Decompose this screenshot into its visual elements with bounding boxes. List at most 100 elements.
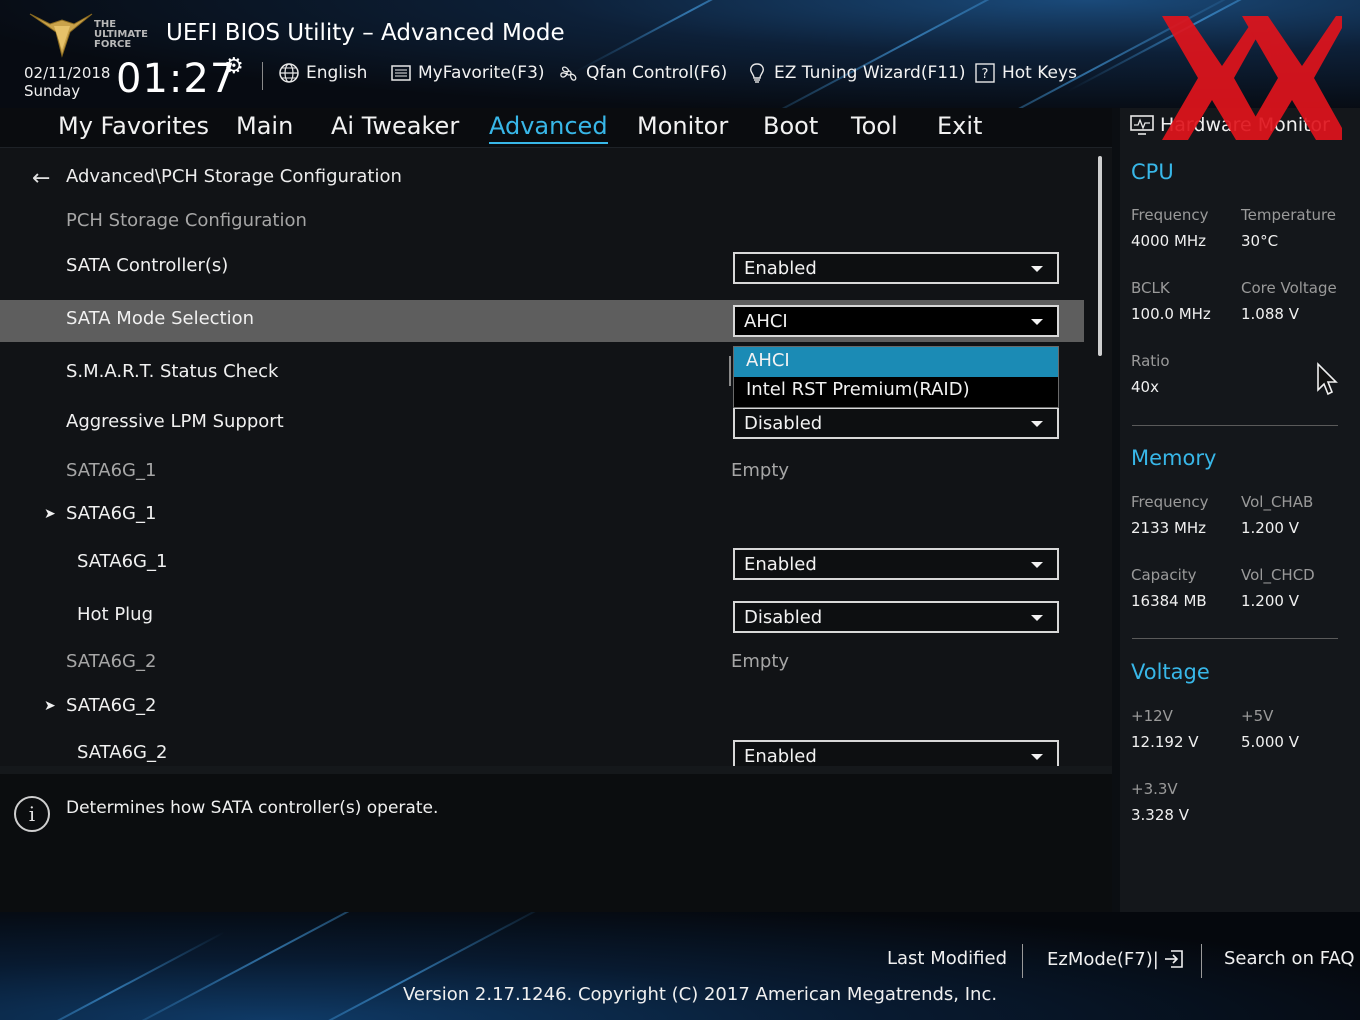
cpu-frequency-value: 4000 MHz xyxy=(1131,232,1207,250)
core-voltage-label: Core Voltage xyxy=(1241,279,1337,297)
tab-monitor[interactable]: Monitor xyxy=(637,112,728,140)
hot-keys-button[interactable]: ? Hot Keys xyxy=(974,62,1077,84)
tab-my-favorites[interactable]: My Favorites xyxy=(58,112,209,140)
tab-tool[interactable]: Tool xyxy=(851,112,898,140)
tab-exit[interactable]: Exit xyxy=(937,112,982,140)
language-button[interactable]: English xyxy=(278,62,367,84)
lpm-dropdown[interactable]: Disabled xyxy=(733,407,1059,439)
ezmode-label: EzMode(F7)| xyxy=(1047,948,1159,970)
header-divider xyxy=(262,62,263,90)
chevron-down-icon xyxy=(1031,754,1043,760)
xx-watermark-logo xyxy=(1162,16,1342,140)
tab-advanced[interactable]: Advanced xyxy=(489,112,608,144)
hot-plug-value: Disabled xyxy=(744,607,823,628)
sata2-enable-label[interactable]: SATA6G_2 xyxy=(77,742,167,763)
ez-tuning-button[interactable]: EZ Tuning Wizard(F11) xyxy=(746,62,966,84)
sata-mode-dropdown[interactable]: AHCI xyxy=(733,305,1059,337)
tab-ai-tweaker[interactable]: Ai Tweaker xyxy=(331,112,459,140)
sata-mode-label[interactable]: SATA Mode Selection xyxy=(66,308,254,329)
sata1-enable-value: Enabled xyxy=(744,554,817,575)
favorite-list-icon xyxy=(391,65,411,81)
myfavorite-label: MyFavorite(F3) xyxy=(418,63,545,83)
sata2-status-value: Empty xyxy=(731,651,790,672)
vol-chcd-label: Vol_CHCD xyxy=(1241,566,1315,584)
settings-panel: ← Advanced\PCH Storage Configuration PCH… xyxy=(0,148,1112,766)
v5-label: +5V xyxy=(1241,707,1274,725)
date-text: 02/11/2018 xyxy=(24,64,111,82)
main-nav: My Favorites Main Ai Tweaker Advanced Mo… xyxy=(0,108,1112,148)
clock: 01:27 xyxy=(116,56,237,102)
v5-value: 5.000 V xyxy=(1241,733,1299,751)
sata-controllers-label[interactable]: SATA Controller(s) xyxy=(66,255,228,276)
smart-status-label[interactable]: S.M.A.R.T. Status Check xyxy=(66,361,278,382)
chevron-down-icon xyxy=(1031,319,1043,325)
sata1-group-label[interactable]: SATA6G_1 xyxy=(66,503,156,524)
ratio-label: Ratio xyxy=(1131,352,1170,370)
cpu-temperature-value: 30°C xyxy=(1241,232,1279,250)
sata-controllers-value: Enabled xyxy=(744,258,817,279)
core-voltage-value: 1.088 V xyxy=(1241,305,1299,323)
hot-keys-label: Hot Keys xyxy=(1002,63,1077,83)
day-text: Sunday xyxy=(24,82,81,100)
vol-chab-label: Vol_CHAB xyxy=(1241,493,1314,511)
tab-boot[interactable]: Boot xyxy=(763,112,818,140)
help-text: Determines how SATA controller(s) operat… xyxy=(66,798,439,818)
breadcrumb: Advanced\PCH Storage Configuration xyxy=(66,166,402,187)
cpu-heading: CPU xyxy=(1131,160,1174,184)
tab-main[interactable]: Main xyxy=(236,112,293,140)
info-icon: i xyxy=(14,796,50,832)
sata-controllers-dropdown[interactable]: Enabled xyxy=(733,252,1059,284)
last-modified-button[interactable]: Last Modified xyxy=(887,948,1007,969)
sata2-status-label: SATA6G_2 xyxy=(66,651,157,672)
expand-caret-icon[interactable]: ➤ xyxy=(44,698,56,714)
sata1-enable-dropdown[interactable]: Enabled xyxy=(733,548,1059,580)
bclk-label: BCLK xyxy=(1131,279,1170,297)
footer-divider xyxy=(1022,944,1023,978)
sata-mode-options: AHCI Intel RST Premium(RAID) xyxy=(733,346,1059,408)
chevron-down-icon xyxy=(1031,266,1043,272)
qfan-button[interactable]: Qfan Control(F6) xyxy=(558,62,727,84)
mouse-cursor-icon xyxy=(1317,362,1338,396)
lpm-label[interactable]: Aggressive LPM Support xyxy=(66,411,284,432)
date-display: 02/11/2018 Sunday xyxy=(24,64,110,100)
ratio-value: 40x xyxy=(1131,378,1159,396)
option-intel-rst[interactable]: Intel RST Premium(RAID) xyxy=(734,376,1058,406)
version-text: Version 2.17.1246. Copyright (C) 2017 Am… xyxy=(403,984,998,1005)
capacity-label: Capacity xyxy=(1131,566,1197,584)
search-faq-button[interactable]: Search on FAQ xyxy=(1224,948,1355,969)
svg-text:?: ? xyxy=(982,67,989,82)
footer-divider xyxy=(1201,944,1202,978)
hot-plug-label[interactable]: Hot Plug xyxy=(77,604,153,625)
scrollbar[interactable] xyxy=(1098,156,1102,356)
voltage-heading: Voltage xyxy=(1131,660,1210,684)
gear-icon[interactable]: ⚙ xyxy=(224,54,244,79)
fan-icon xyxy=(560,66,577,81)
back-arrow-icon[interactable]: ← xyxy=(32,166,50,191)
cpu-temperature-label: Temperature xyxy=(1241,206,1337,224)
ez-tuning-label: EZ Tuning Wizard(F11) xyxy=(774,63,966,83)
v33-label: +3.3V xyxy=(1131,780,1178,798)
bclk-value: 100.0 MHz xyxy=(1131,305,1211,323)
question-box-icon: ? xyxy=(975,63,995,83)
v12-label: +12V xyxy=(1131,707,1173,725)
help-panel: i Determines how SATA controller(s) oper… xyxy=(0,766,1112,912)
monitor-icon xyxy=(1130,115,1154,135)
sata2-group-label[interactable]: SATA6G_2 xyxy=(66,695,156,716)
language-label: English xyxy=(306,63,368,83)
sata2-enable-value: Enabled xyxy=(744,746,817,766)
logo-text: THE ULTIMATE FORCE xyxy=(94,19,148,50)
sata-mode-value: AHCI xyxy=(744,311,788,332)
myfavorite-button[interactable]: MyFavorite(F3) xyxy=(390,62,545,84)
v12-value: 12.192 V xyxy=(1131,733,1199,751)
expand-caret-icon[interactable]: ➤ xyxy=(44,506,56,522)
vol-chcd-value: 1.200 V xyxy=(1241,592,1299,610)
ezmode-button[interactable]: EzMode(F7)| xyxy=(1047,948,1185,970)
hot-plug-dropdown[interactable]: Disabled xyxy=(733,601,1059,633)
sata2-enable-dropdown[interactable]: Enabled xyxy=(733,740,1059,766)
sata1-enable-label[interactable]: SATA6G_1 xyxy=(77,551,167,572)
v33-value: 3.328 V xyxy=(1131,806,1189,824)
app-title: UEFI BIOS Utility – Advanced Mode xyxy=(166,20,565,46)
chevron-down-icon xyxy=(1031,421,1043,427)
top-header: THE ULTIMATE FORCE UEFI BIOS Utility – A… xyxy=(0,0,1360,108)
option-ahci[interactable]: AHCI xyxy=(734,347,1058,377)
